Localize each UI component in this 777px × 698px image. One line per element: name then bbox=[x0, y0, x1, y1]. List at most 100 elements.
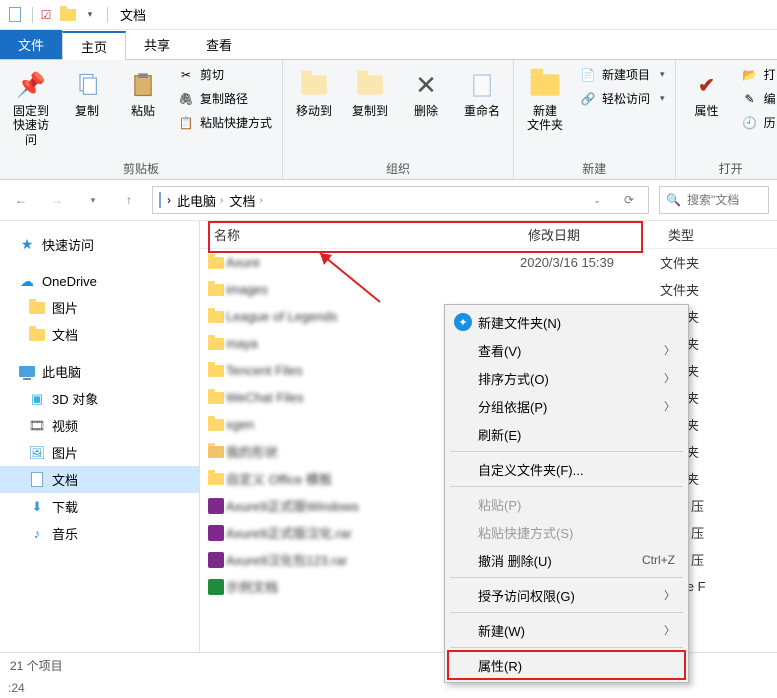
breadcrumb-documents[interactable]: 文档› bbox=[229, 191, 262, 210]
address-box[interactable]: › 此电脑› 文档› ⌄ ⟳ bbox=[152, 186, 649, 214]
tab-file[interactable]: 文件 bbox=[0, 30, 62, 59]
new-item-button[interactable]: 📄新建项目▾ bbox=[576, 64, 669, 85]
sidebar-documents[interactable]: 文档 bbox=[0, 466, 199, 493]
back-button[interactable]: ← bbox=[8, 187, 34, 213]
file-type: 文件夹 bbox=[660, 253, 777, 272]
star-icon: ★ bbox=[18, 236, 36, 254]
cm-separator bbox=[450, 451, 683, 452]
move-to-button[interactable]: 移动到 bbox=[289, 64, 339, 122]
file-type-icon bbox=[200, 579, 226, 595]
sidebar-videos[interactable]: 🎞视频 bbox=[0, 412, 199, 439]
recent-dropdown[interactable]: ▾ bbox=[80, 187, 106, 213]
sidebar-pictures[interactable]: 🖼图片 bbox=[0, 439, 199, 466]
easy-access-icon: 🔗 bbox=[580, 91, 596, 107]
address-dropdown-icon[interactable]: ⌄ bbox=[584, 187, 610, 213]
cut-button[interactable]: ✂剪切 bbox=[174, 64, 276, 85]
search-input[interactable] bbox=[687, 193, 767, 207]
sidebar-3d-objects[interactable]: ▣3D 对象 bbox=[0, 385, 199, 412]
sidebar-this-pc[interactable]: 此电脑 bbox=[0, 358, 199, 385]
file-type-icon bbox=[200, 525, 226, 541]
file-type-icon bbox=[200, 311, 226, 323]
history-button[interactable]: 🕘历 bbox=[738, 112, 777, 133]
breadcrumb-this-pc[interactable]: 此电脑› bbox=[177, 191, 223, 210]
cm-new[interactable]: 新建(W)〉 bbox=[448, 616, 685, 644]
file-type-icon bbox=[200, 552, 226, 568]
paste-button[interactable]: 粘贴 bbox=[118, 64, 168, 122]
column-headers: 名称 修改日期 类型 bbox=[200, 221, 777, 249]
download-icon: ⬇ bbox=[28, 498, 46, 516]
cm-paste: 粘贴(P) bbox=[448, 490, 685, 518]
shortcut-icon: 📋 bbox=[178, 115, 194, 131]
copy-icon bbox=[70, 68, 104, 102]
quick-access-dropdown-icon[interactable]: ▾ bbox=[81, 6, 99, 24]
tab-home[interactable]: 主页 bbox=[62, 31, 126, 60]
cm-undo-delete[interactable]: 撤消 删除(U)Ctrl+Z bbox=[448, 546, 685, 574]
folder-icon bbox=[28, 326, 46, 344]
properties-button[interactable]: ✔ 属性 bbox=[682, 64, 732, 122]
edit-icon: ✎ bbox=[742, 91, 758, 107]
ribbon-group-open: ✔ 属性 📂打 ✎编 🕘历 打开 bbox=[676, 60, 777, 179]
column-name[interactable]: 名称 bbox=[200, 225, 520, 244]
cm-sort-by[interactable]: 排序方式(O)〉 bbox=[448, 364, 685, 392]
folder-icon bbox=[28, 299, 46, 317]
cm-customize-folder[interactable]: 自定义文件夹(F)... bbox=[448, 455, 685, 483]
copy-button[interactable]: 复制 bbox=[62, 64, 112, 122]
taskbar-time: :24 bbox=[8, 681, 25, 695]
file-type-icon bbox=[200, 473, 226, 485]
sidebar-downloads[interactable]: ⬇下载 bbox=[0, 493, 199, 520]
new-folder-button[interactable]: 新建 文件夹 bbox=[520, 64, 570, 137]
file-type-icon bbox=[200, 338, 226, 350]
file-type-icon bbox=[200, 446, 226, 458]
pin-icon: 📌 bbox=[14, 68, 48, 102]
open-icon: 📂 bbox=[742, 67, 758, 83]
file-name: Axure bbox=[226, 255, 520, 270]
cm-group-by[interactable]: 分组依据(P)〉 bbox=[448, 392, 685, 420]
pin-quick-access-button[interactable]: 📌 固定到 快速访问 bbox=[6, 64, 56, 151]
open-button[interactable]: 📂打 bbox=[738, 64, 777, 85]
cm-separator bbox=[450, 612, 683, 613]
status-item-count: 21 个项目 bbox=[10, 657, 63, 674]
sidebar-music[interactable]: ♪音乐 bbox=[0, 520, 199, 547]
cm-properties[interactable]: 属性(R) bbox=[448, 651, 685, 679]
sidebar-quick-access[interactable]: ★快速访问 bbox=[0, 231, 199, 258]
rename-button[interactable]: 重命名 bbox=[457, 64, 507, 122]
up-button[interactable]: ↑ bbox=[116, 187, 142, 213]
delete-button[interactable]: ✕ 删除 bbox=[401, 64, 451, 122]
chevron-right-icon: 〉 bbox=[664, 587, 675, 603]
file-row[interactable]: Axure2020/3/16 15:39文件夹 bbox=[200, 249, 777, 276]
cm-separator bbox=[450, 577, 683, 578]
edit-button[interactable]: ✎编 bbox=[738, 88, 777, 109]
window-title: 文档 bbox=[120, 5, 146, 24]
delete-icon: ✕ bbox=[409, 68, 443, 102]
quick-access-folder-icon[interactable] bbox=[59, 6, 77, 24]
column-type[interactable]: 类型 bbox=[660, 225, 777, 244]
file-type-icon bbox=[200, 284, 226, 296]
cm-refresh[interactable]: 刷新(E) bbox=[448, 420, 685, 448]
easy-access-button[interactable]: 🔗轻松访问▾ bbox=[576, 88, 669, 109]
sidebar-onedrive[interactable]: ☁OneDrive bbox=[0, 268, 199, 294]
search-box[interactable]: 🔍 bbox=[659, 186, 769, 214]
image-icon: 🖼 bbox=[28, 444, 46, 462]
sidebar-onedrive-pictures[interactable]: 图片 bbox=[0, 294, 199, 321]
column-date[interactable]: 修改日期 bbox=[520, 225, 660, 244]
search-icon: 🔍 bbox=[666, 193, 681, 207]
paste-shortcut-button[interactable]: 📋粘贴快捷方式 bbox=[174, 112, 276, 133]
forward-button[interactable]: → bbox=[44, 187, 70, 213]
file-row[interactable]: images文件夹 bbox=[200, 276, 777, 303]
refresh-button[interactable]: ⟳ bbox=[616, 187, 642, 213]
quick-access-checkbox-icon[interactable]: ☑ bbox=[37, 6, 55, 24]
sidebar-onedrive-documents[interactable]: 文档 bbox=[0, 321, 199, 348]
ribbon-group-organize: 移动到 复制到 ✕ 删除 重命名 组织 bbox=[283, 60, 514, 179]
path-icon: 🖇 bbox=[178, 91, 194, 107]
file-type-icon bbox=[200, 257, 226, 269]
cm-view[interactable]: 查看(V)〉 bbox=[448, 336, 685, 364]
cm-new-folder[interactable]: ✦ 新建文件夹(N) bbox=[448, 308, 685, 336]
cm-grant-access[interactable]: 授予访问权限(G)〉 bbox=[448, 581, 685, 609]
file-type-icon bbox=[200, 392, 226, 404]
file-type-icon bbox=[200, 419, 226, 431]
copy-path-button[interactable]: 🖇复制路径 bbox=[174, 88, 276, 109]
scissors-icon: ✂ bbox=[178, 67, 194, 83]
tab-share[interactable]: 共享 bbox=[126, 30, 188, 59]
copy-to-button[interactable]: 复制到 bbox=[345, 64, 395, 122]
tab-view[interactable]: 查看 bbox=[188, 30, 250, 59]
